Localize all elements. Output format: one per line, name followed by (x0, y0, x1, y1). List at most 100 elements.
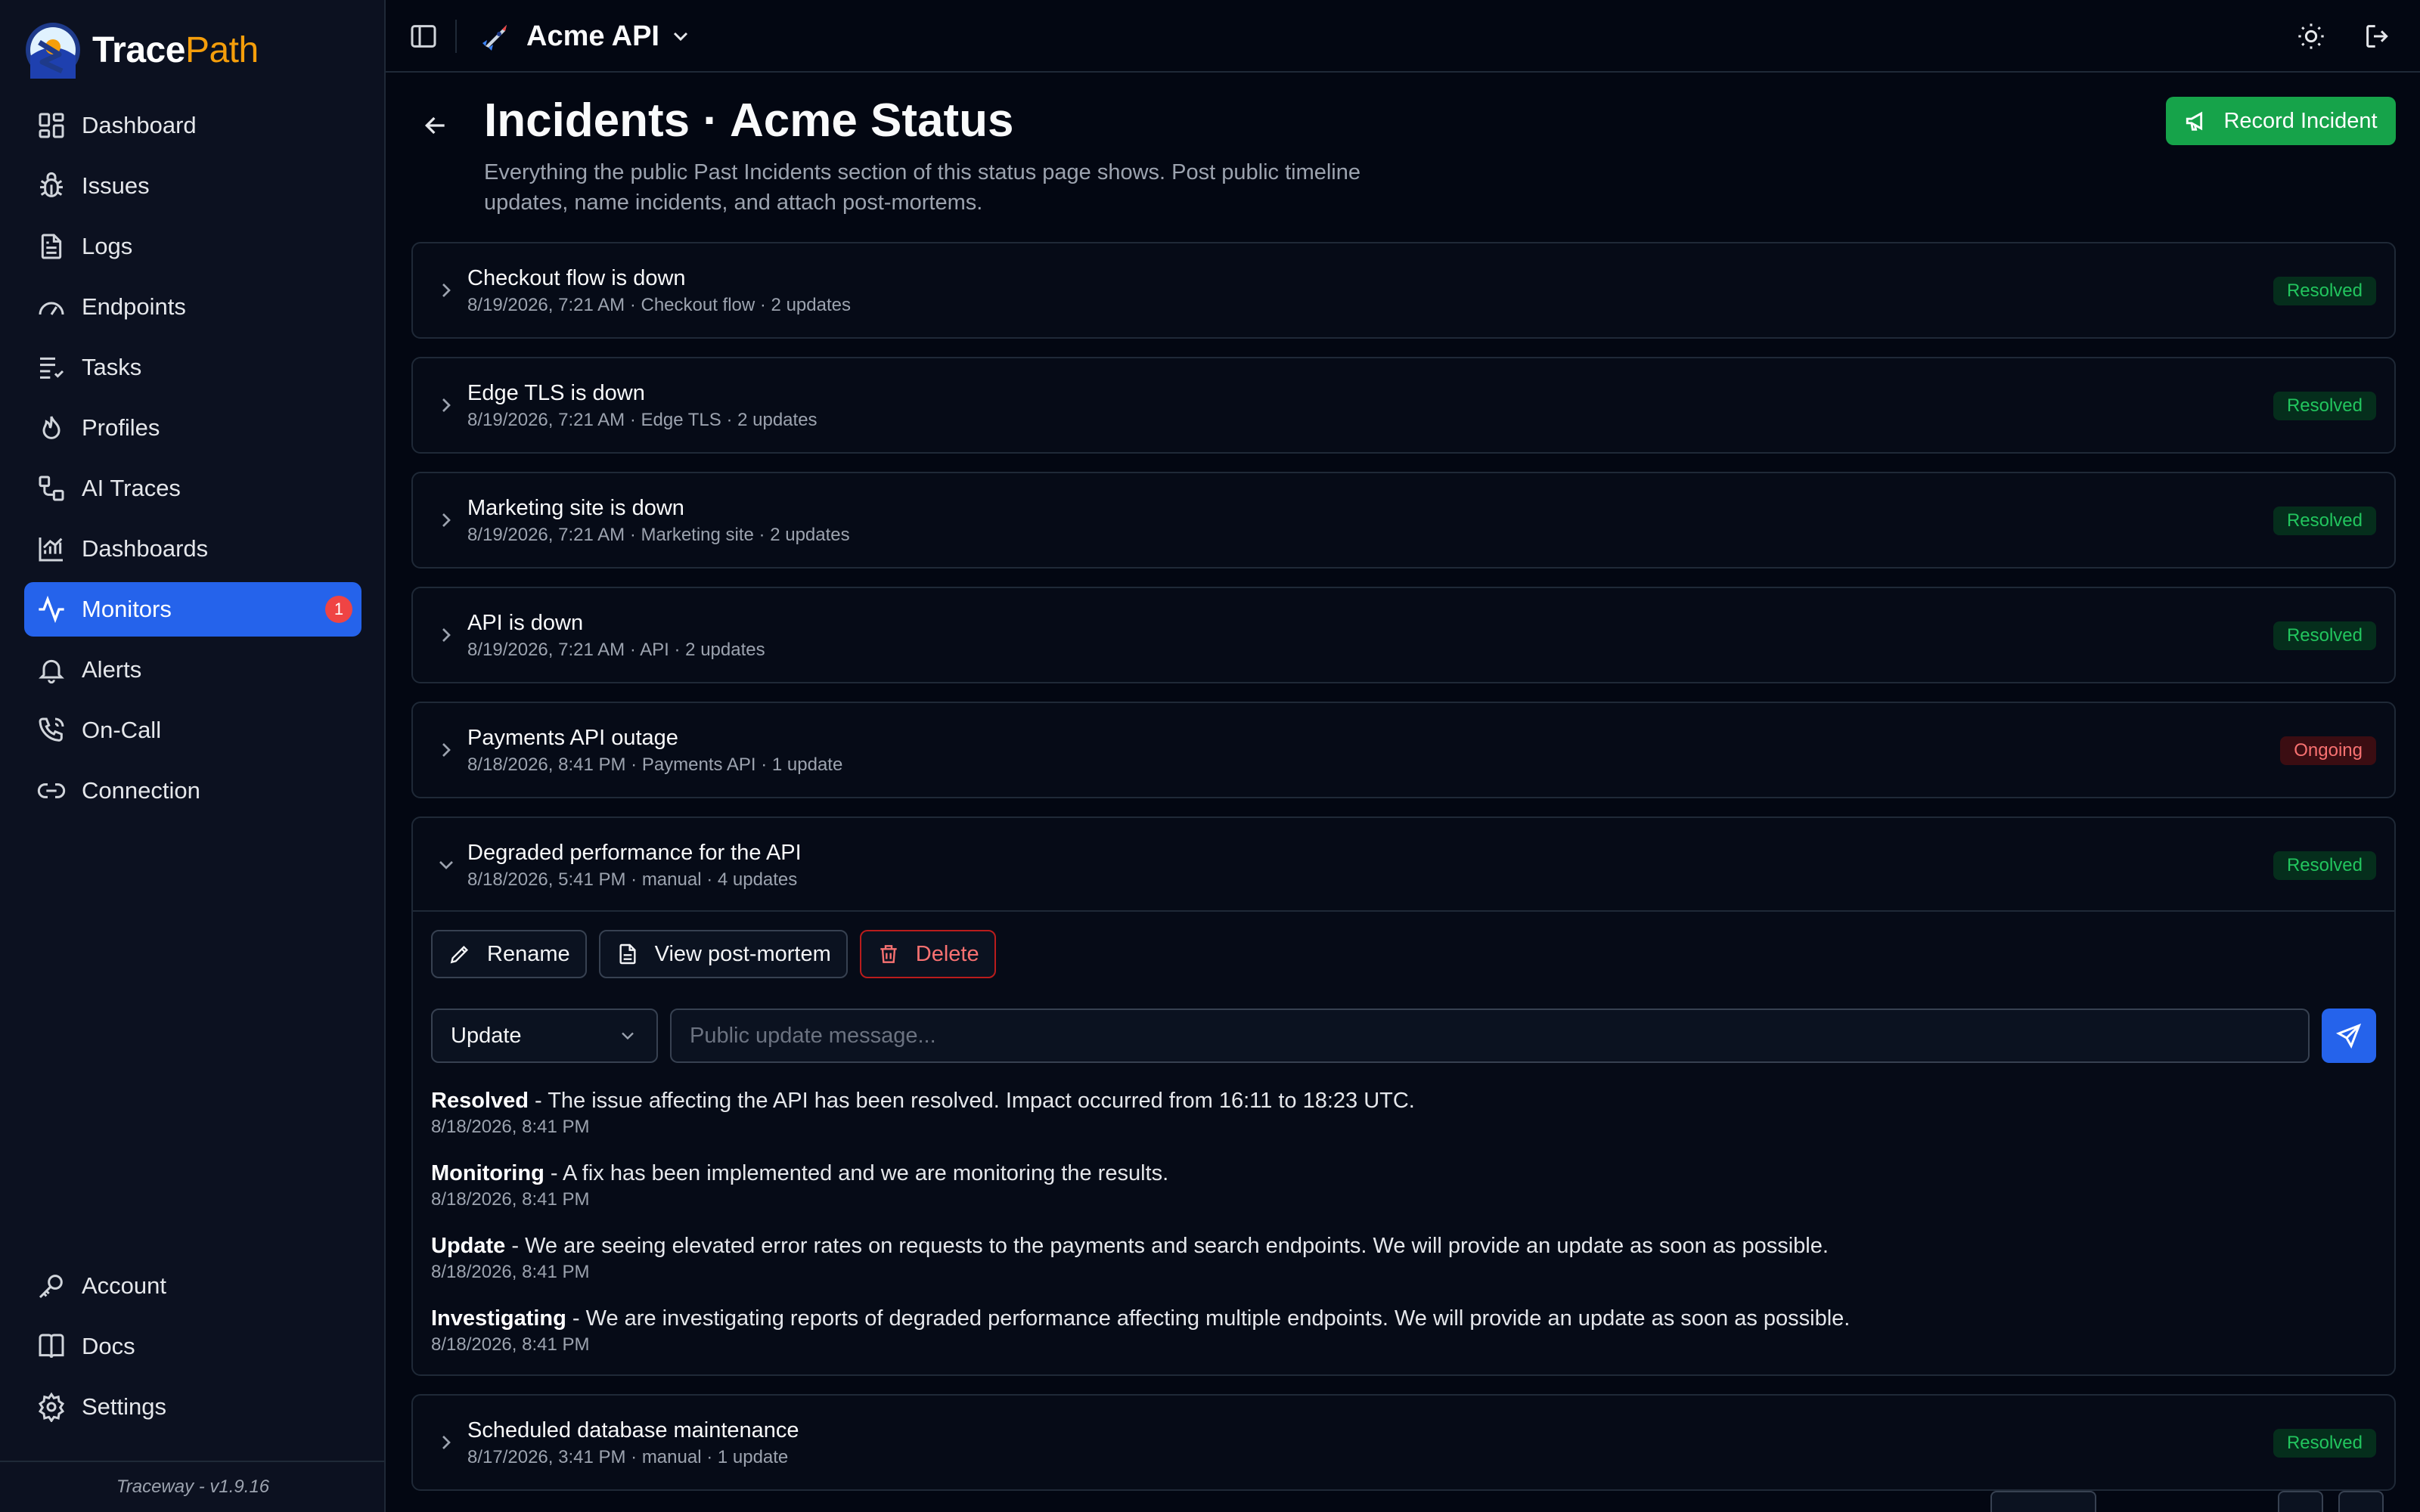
logo-icon (26, 23, 80, 79)
sidebar-item-connection[interactable]: Connection (24, 764, 361, 818)
next-page-button[interactable] (2338, 1491, 2384, 1512)
sidebar-toggle-icon[interactable] (408, 21, 439, 51)
phone-icon (39, 717, 64, 742)
logout-icon[interactable] (2363, 21, 2393, 51)
theme-toggle-icon[interactable] (2296, 21, 2326, 51)
sidebar-item-ai-traces[interactable]: AI Traces (24, 461, 361, 516)
sidebar-item-logs[interactable]: Logs (24, 219, 361, 274)
timeline-entry: Investigating - We are investigating rep… (431, 1303, 2376, 1376)
dashboard-icon (39, 113, 64, 138)
sidebar-item-on-call[interactable]: On-Call (24, 703, 361, 758)
sidebar-item-settings[interactable]: Settings (24, 1380, 361, 1434)
chevron-down-icon (622, 1032, 634, 1040)
update-timestamp: 8/18/2026, 8:41 PM (431, 1262, 590, 1282)
link-icon (37, 783, 66, 798)
chart-icon (39, 538, 63, 562)
timeline-entry: Monitoring - A fix has been implemented … (431, 1158, 2376, 1231)
sidebar-item-label: Tasks (82, 354, 142, 380)
gear-icon (38, 1392, 65, 1422)
update-text: - We are investigating reports of degrad… (566, 1306, 1851, 1331)
incident-card-expanded[interactable]: Degraded performance for the API 8/18/20… (411, 816, 2396, 1376)
incident-card[interactable]: Marketing site is down 8/19/2026, 7:21 A… (411, 472, 2396, 569)
sidebar-item-endpoints[interactable]: Endpoints (24, 280, 361, 334)
send-icon (2336, 1023, 2362, 1049)
workflow-icon (39, 476, 64, 501)
chevron-right-icon[interactable] (434, 393, 458, 417)
sidebar-item-label: Docs (82, 1333, 135, 1359)
sidebar-item-alerts[interactable]: Alerts (24, 643, 361, 697)
sidebar-item-label: Dashboard (82, 112, 197, 138)
incident-card[interactable]: API is down 8/19/2026, 7:21 AM · API · 2… (411, 587, 2396, 683)
sidebar-item-label: Monitors (82, 596, 172, 622)
chevron-down-icon (673, 32, 688, 42)
bell-icon (39, 659, 64, 684)
incident-meta: 8/19/2026, 7:21 AM · Marketing site · 2 … (467, 525, 850, 545)
sidebar-item-label: Connection (82, 777, 200, 804)
bug-icon (40, 172, 63, 197)
top-bar: Acme API (386, 0, 2420, 73)
brand-logo[interactable]: TracePath (24, 21, 259, 79)
rocket-icon (479, 25, 507, 52)
update-type-select[interactable]: Update (431, 1009, 658, 1063)
pencil-icon (450, 945, 469, 964)
update-text: - We are seeing elevated error rates on … (505, 1234, 1829, 1258)
chevron-right-icon[interactable] (434, 623, 458, 647)
document-icon (619, 943, 636, 965)
megaphone-icon (2186, 111, 2203, 131)
incident-meta: 8/19/2026, 7:21 AM · Edge TLS · 2 update… (467, 410, 818, 430)
status-badge: Resolved (2273, 507, 2376, 535)
incident-title: Degraded performance for the API (467, 841, 802, 865)
status-badge: Resolved (2273, 1429, 2376, 1458)
page-subtitle: Everything the public Past Incidents sec… (484, 160, 1361, 215)
delete-button[interactable]: Delete (859, 930, 996, 978)
incident-list: Checkout flow is down 8/19/2026, 7:21 AM… (411, 242, 2396, 1509)
sidebar: TracePath Dashboard Issues Logs Endpoint… (0, 0, 386, 1512)
chevron-down-icon[interactable] (434, 853, 458, 877)
incident-meta: 8/17/2026, 3:41 PM · manual · 1 update (467, 1447, 789, 1467)
sidebar-item-account[interactable]: Account (24, 1259, 361, 1313)
sidebar-item-label: Alerts (82, 656, 142, 683)
incident-card[interactable]: Payments API outage 8/18/2026, 8:41 PM ·… (411, 702, 2396, 798)
update-timeline: Resolved - The issue affecting the API h… (431, 1086, 2376, 1376)
incident-title: Marketing site is down (467, 496, 684, 520)
rename-button[interactable]: Rename (431, 930, 587, 978)
timeline-entry: Resolved - The issue affecting the API h… (431, 1086, 2376, 1158)
chevron-right-icon[interactable] (434, 278, 458, 302)
page-size-select[interactable] (1990, 1491, 2096, 1512)
flame-icon (42, 416, 60, 439)
update-message-input[interactable] (670, 1009, 2310, 1063)
incident-card[interactable]: Edge TLS is down 8/19/2026, 7:21 AM · Ed… (411, 357, 2396, 454)
view-postmortem-button[interactable]: View post-mortem (598, 930, 848, 978)
project-switcher[interactable]: Acme API (476, 15, 693, 57)
update-text: - A fix has been implemented and we are … (544, 1161, 1169, 1185)
key-icon (39, 1275, 63, 1299)
back-arrow-icon[interactable] (420, 110, 451, 141)
sidebar-item-monitors[interactable]: Monitors 1 (24, 582, 361, 637)
update-timestamp: 8/18/2026, 8:41 PM (431, 1334, 590, 1355)
sidebar-item-dashboards[interactable]: Dashboards (24, 522, 361, 576)
chevron-right-icon[interactable] (434, 738, 458, 762)
sidebar-item-label: AI Traces (82, 475, 181, 501)
incident-meta: 8/19/2026, 7:21 AM · Checkout flow · 2 u… (467, 295, 851, 315)
status-badge: Resolved (2273, 851, 2376, 880)
chevron-right-icon[interactable] (434, 1430, 458, 1455)
gauge-icon (39, 302, 64, 315)
chevron-right-icon[interactable] (434, 508, 458, 532)
sidebar-item-issues[interactable]: Issues (24, 159, 361, 213)
sidebar-item-profiles[interactable]: Profiles (24, 401, 361, 455)
status-badge: Ongoing (2280, 736, 2376, 765)
incident-card[interactable]: Scheduled database maintenance 8/17/2026… (411, 1394, 2396, 1491)
sidebar-item-docs[interactable]: Docs (24, 1319, 361, 1374)
update-timestamp: 8/18/2026, 8:41 PM (431, 1117, 590, 1137)
sidebar-bottom-nav: Account Docs Settings (24, 1259, 361, 1440)
record-incident-button[interactable]: Record Incident (2166, 97, 2396, 145)
send-update-button[interactable] (2322, 1009, 2376, 1063)
activity-icon (39, 595, 64, 624)
list-checks-icon (40, 357, 64, 379)
update-composer: Update (431, 1009, 2376, 1063)
sidebar-item-tasks[interactable]: Tasks (24, 340, 361, 395)
incident-card[interactable]: Checkout flow is down 8/19/2026, 7:21 AM… (411, 242, 2396, 339)
update-text: - The issue affecting the API has been r… (528, 1089, 1415, 1113)
prev-page-button[interactable] (2278, 1491, 2323, 1512)
sidebar-item-dashboard[interactable]: Dashboard (24, 98, 361, 153)
